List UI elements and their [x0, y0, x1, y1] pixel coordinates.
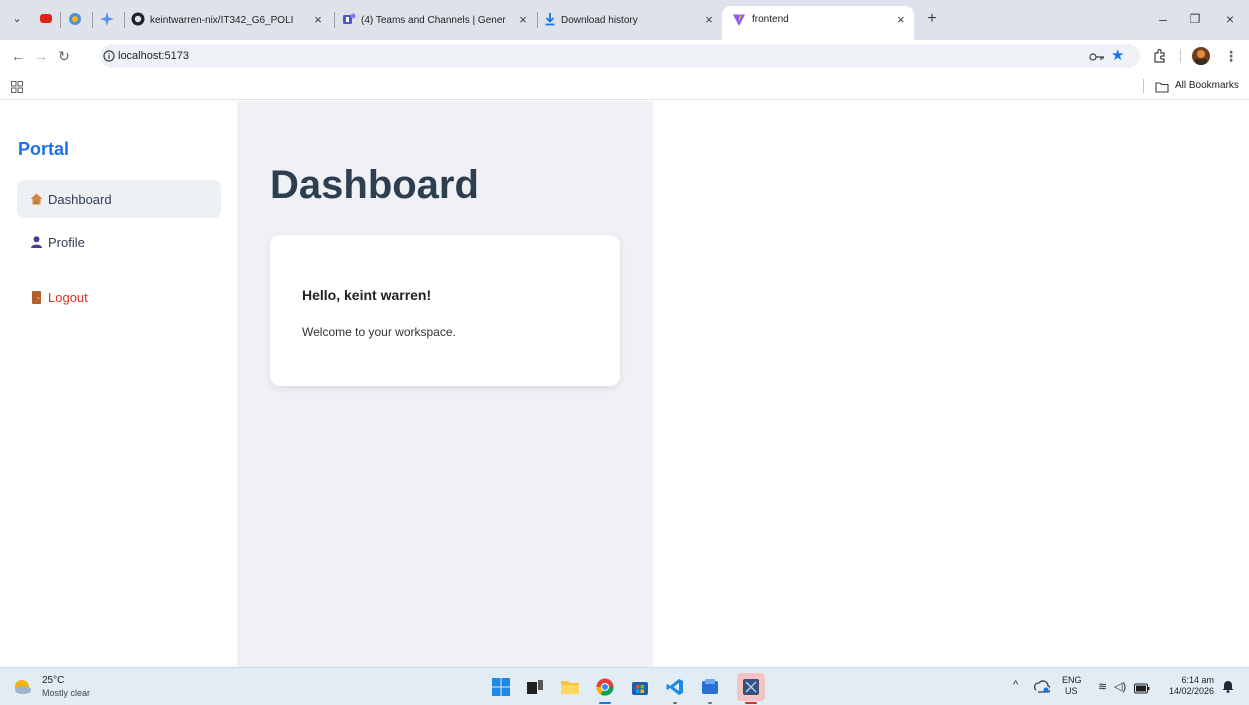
sidebar-item-dashboard[interactable]: Dashboard	[17, 180, 221, 218]
address-toolbar: ← → ↻ localhost:5173 ★ ⋮	[0, 40, 1249, 72]
weather-moon-icon[interactable]	[12, 677, 32, 697]
folder-icon	[1155, 80, 1169, 93]
tab-title: (4) Teams and Channels | Gener	[361, 14, 506, 26]
welcome-card: Hello, keint warren! Welcome to your wor…	[270, 235, 620, 386]
clock-date[interactable]: 14/02/2026	[1162, 686, 1214, 697]
vscode-icon[interactable]	[663, 675, 687, 699]
windows-taskbar: 25°C Mostly clear ^ ENG US ≋ ◁) 6:14 am …	[0, 667, 1249, 705]
tab-title: frontend	[752, 14, 789, 25]
volume-icon[interactable]: ◁)	[1114, 680, 1126, 694]
main-panel: Dashboard Hello, keint warren! Welcome t…	[237, 101, 653, 667]
tab-close-icon[interactable]: ×	[702, 10, 716, 30]
language-primary[interactable]: ENG	[1062, 675, 1082, 686]
teams-icon	[342, 12, 356, 26]
sidebar-item-profile[interactable]: Profile	[17, 223, 221, 261]
welcome-message: Welcome to your workspace.	[302, 325, 456, 339]
sidebar-item-logout[interactable]: Logout	[17, 278, 221, 316]
restore-icon[interactable]: ❐	[1187, 10, 1203, 28]
wifi-icon[interactable]: ≋	[1098, 680, 1107, 694]
password-key-icon[interactable]	[1089, 50, 1105, 62]
file-explorer-icon[interactable]	[558, 675, 582, 699]
person-icon	[29, 236, 43, 248]
back-icon[interactable]: ←	[10, 46, 26, 66]
github-icon	[131, 12, 145, 26]
site-info-icon[interactable]	[103, 49, 115, 62]
clock-time[interactable]: 6:14 am	[1166, 675, 1214, 686]
bookmark-star-icon[interactable]: ★	[1111, 46, 1124, 66]
page-title: Dashboard	[270, 163, 479, 207]
apps-grid-icon[interactable]	[11, 80, 23, 93]
app-icon[interactable]	[698, 675, 722, 699]
tab-title: Download history	[561, 14, 638, 26]
tab-close-icon[interactable]: ×	[897, 10, 905, 30]
new-tab-button[interactable]: +	[924, 10, 940, 28]
brand-logo: Portal	[18, 139, 70, 159]
tab-frontend-active[interactable]: frontend ×	[722, 6, 914, 40]
tab-github[interactable]: keintwarren-nix/IT342_G6_POLI	[150, 9, 300, 31]
door-icon	[29, 290, 43, 304]
youtube-icon[interactable]	[40, 14, 52, 23]
tab-close-icon[interactable]: ×	[516, 10, 530, 30]
cloud-sync-icon[interactable]	[1034, 679, 1052, 693]
gemini-icon[interactable]	[100, 12, 114, 26]
url-text: localhost:5173	[118, 50, 189, 62]
pinned-tab-icon[interactable]	[68, 12, 82, 26]
start-windows-icon[interactable]	[489, 675, 513, 699]
menu-kebab-icon[interactable]: ⋮	[1223, 46, 1239, 66]
weather-condition: Mostly clear	[42, 688, 91, 698]
sidebar-item-label: Profile	[48, 234, 85, 250]
bookmarks-bar: All Bookmarks	[0, 72, 1249, 100]
minimize-icon[interactable]: –	[1155, 10, 1171, 28]
greeting-text: Hello, keint warren!	[302, 287, 432, 303]
download-icon	[544, 12, 556, 26]
chrome-icon[interactable]	[593, 675, 617, 699]
notification-bell-icon[interactable]	[1222, 680, 1234, 693]
sidebar-item-label: Dashboard	[48, 191, 112, 207]
sidebar-item-label: Logout	[48, 289, 88, 305]
forward-icon[interactable]: →	[33, 46, 49, 66]
profile-avatar[interactable]	[1192, 47, 1210, 65]
browser-tab-bar: ⌄ keintwarren-nix/IT342_G6_POLI × (4) Te…	[0, 0, 1249, 40]
page-content: Portal Dashboard Profile Logout Dashboar…	[0, 101, 1249, 667]
address-bar[interactable]	[100, 44, 1140, 68]
house-icon	[29, 193, 43, 205]
task-view-icon[interactable]	[523, 675, 547, 699]
battery-icon[interactable]	[1134, 681, 1150, 694]
reload-icon[interactable]: ↻	[56, 46, 72, 66]
close-window-icon[interactable]: ×	[1222, 10, 1238, 28]
tab-close-icon[interactable]: ×	[311, 10, 325, 30]
vite-icon	[732, 13, 746, 27]
tab-downloads[interactable]: Download history	[561, 9, 691, 31]
tab-title: keintwarren-nix/IT342_G6_POLI	[150, 14, 294, 26]
all-bookmarks-button[interactable]: All Bookmarks	[1175, 79, 1239, 93]
language-region: US	[1065, 686, 1078, 696]
tray-chevron-icon[interactable]: ^	[1013, 680, 1018, 691]
sidebar: Portal Dashboard Profile Logout	[0, 101, 237, 667]
snipping-tool-icon[interactable]	[737, 673, 765, 701]
tab-teams[interactable]: (4) Teams and Channels | Gener	[361, 9, 511, 31]
extensions-icon[interactable]	[1152, 48, 1168, 64]
store-icon[interactable]	[628, 675, 652, 699]
tab-search-icon[interactable]: ⌄	[10, 9, 24, 29]
weather-temperature: 25°C	[42, 675, 65, 686]
